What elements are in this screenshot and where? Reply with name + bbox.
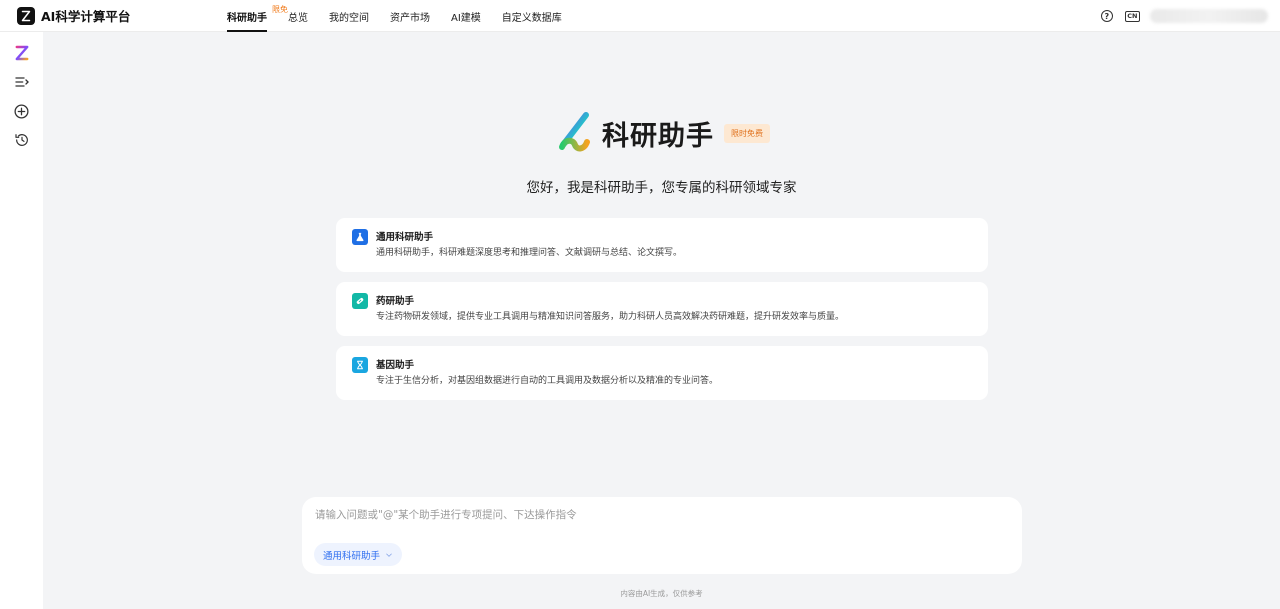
card-description: 通用科研助手，科研难题深度思考和推理问答、文献调研与总结、论文撰写。 [376,248,683,258]
history-icon[interactable] [10,128,34,152]
nav-label: 我的空间 [329,12,369,24]
card-description: 专注药物研发领域，提供专业工具调用与精准知识问答服务，助力科研人员高效解决药研难… [376,312,845,322]
chat-input-box: 通用科研助手 [302,497,1022,574]
assistant-selector[interactable]: 通用科研助手 [314,543,403,566]
hero-badge: 限时免费 [724,123,770,143]
hero-logo-icon [555,109,593,157]
dna-icon [352,357,368,373]
assistant-card-general[interactable]: 通用科研助手 通用科研助手，科研难题深度思考和推理问答、文献调研与总结、论文撰写… [336,218,988,272]
assistant-card-drug[interactable]: 药研助手 专注药物研发领域，提供专业工具调用与精准知识问答服务，助力科研人员高效… [336,282,988,336]
assistant-selector-label: 通用科研助手 [323,550,381,562]
ai-disclaimer: 内容由AI生成，仅供参考 [620,589,703,598]
hero-header: 科研助手 限时免费 [555,109,770,157]
nav-item-my-space[interactable]: 我的空间 [329,0,369,32]
nav-item-overview[interactable]: 总览 [288,0,308,32]
new-chat-icon[interactable] [10,99,34,123]
left-sidebar [0,32,43,609]
list-icon[interactable] [10,70,34,94]
nav-item-ai-modeling[interactable]: AI建模 [451,0,481,32]
assistant-card-gene[interactable]: 基因助手 专注于生信分析，对基因组数据进行自动的工具调用及数据分析以及精准的专业… [336,346,988,400]
user-account[interactable] [1150,9,1268,23]
hero-title: 科研助手 [602,120,714,152]
brand-logo-icon [17,6,35,25]
nav-item-asset-market[interactable]: 资产市场 [390,0,430,32]
card-title: 药研助手 [376,296,415,307]
language-icon[interactable]: CN [1124,10,1140,22]
nav-label: 科研助手 [227,12,267,24]
language-label: CN [1127,12,1138,20]
nav-badge-free: 限免 [272,5,288,14]
top-bar: AI科学计算平台 科研助手 限免 总览 我的空间 资产市场 AI建模 自定义数据… [0,0,1280,32]
nav-item-custom-database[interactable]: 自定义数据库 [502,0,562,32]
nav-label: 资产市场 [390,12,430,24]
nav-label: 自定义数据库 [501,12,562,24]
chevron-down-icon [386,553,392,557]
flask-icon [352,229,368,245]
main-content: 科研助手 限时免费 您好，我是科研助手，您专属的科研领域专家 通用科研助手 通用… [43,32,1280,609]
question-input[interactable] [315,505,1005,525]
nav-label: 总览 [288,12,308,24]
pill-icon [352,293,368,309]
nav-label: AI建模 [451,12,481,24]
hero-subtitle: 您好，我是科研助手，您专属的科研领域专家 [526,180,797,196]
top-right-actions: ? CN [1100,0,1280,32]
card-description: 专注于生信分析，对基因组数据进行自动的工具调用及数据分析以及精准的专业问答。 [376,376,719,386]
card-title: 通用科研助手 [376,232,434,243]
help-icon[interactable]: ? [1100,10,1113,22]
nav-item-research-assistant[interactable]: 科研助手 限免 [227,0,288,32]
brand-name: AI科学计算平台 [41,9,131,24]
logo-icon[interactable] [10,41,34,65]
top-nav: 科研助手 限免 总览 我的空间 资产市场 AI建模 自定义数据库 [227,0,583,32]
card-title: 基因助手 [376,360,415,371]
brand[interactable]: AI科学计算平台 [17,6,217,25]
